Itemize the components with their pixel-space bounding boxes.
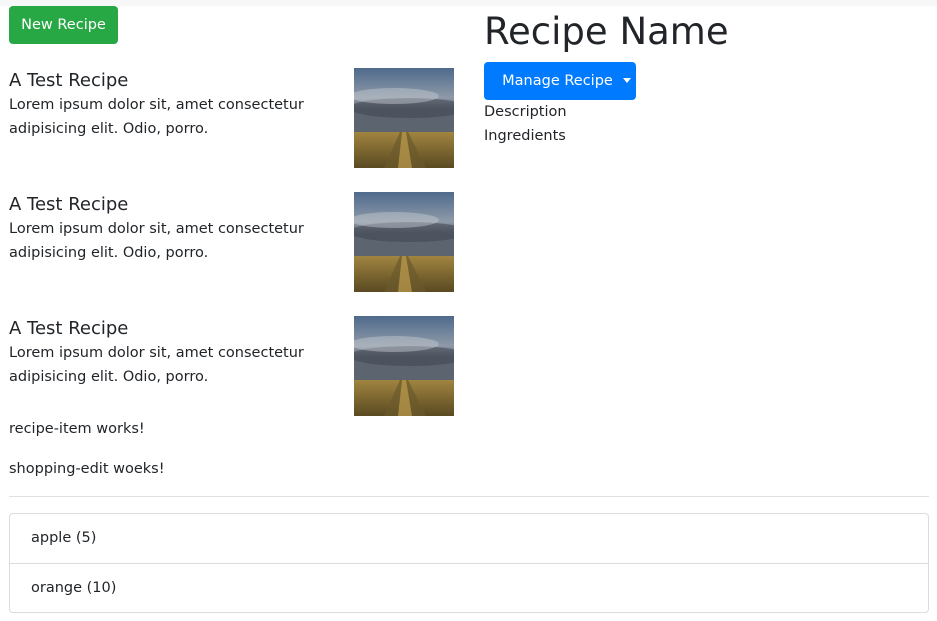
- manage-recipe-dropdown-button[interactable]: Manage Recipe: [484, 62, 636, 100]
- shopping-list-item[interactable]: orange (10): [10, 563, 928, 612]
- recipe-description: Lorem ipsum dolor sit, amet consectetur …: [9, 97, 304, 137]
- recipe-detail-ingredients: Ingredients: [484, 128, 566, 144]
- recipe-image: [354, 192, 454, 292]
- shopping-list: apple (5) orange (10): [9, 513, 929, 613]
- recipe-image: [354, 68, 454, 168]
- recipe-list-item[interactable]: A Test Recipe Lorem ipsum dolor sit, ame…: [9, 316, 454, 416]
- recipe-description: Lorem ipsum dolor sit, amet consectetur …: [9, 345, 304, 385]
- top-strip: [0, 0, 937, 6]
- recipe-item-status-text: recipe-item works!: [9, 421, 145, 437]
- recipe-description: Lorem ipsum dolor sit, amet consectetur …: [9, 221, 304, 261]
- caret-down-icon: [622, 78, 631, 83]
- recipe-detail-description: Description: [484, 104, 567, 120]
- recipe-image: [354, 316, 454, 416]
- recipe-list-item[interactable]: A Test Recipe Lorem ipsum dolor sit, ame…: [9, 68, 454, 168]
- manage-recipe-label: Manage Recipe: [502, 73, 613, 89]
- divider: [9, 496, 929, 497]
- shopping-edit-status-text: shopping-edit woeks!: [9, 461, 165, 477]
- new-recipe-button[interactable]: New Recipe: [9, 6, 118, 44]
- shopping-list-item[interactable]: apple (5): [10, 514, 928, 563]
- recipe-detail-title: Recipe Name: [484, 10, 729, 53]
- recipe-list-item[interactable]: A Test Recipe Lorem ipsum dolor sit, ame…: [9, 192, 454, 292]
